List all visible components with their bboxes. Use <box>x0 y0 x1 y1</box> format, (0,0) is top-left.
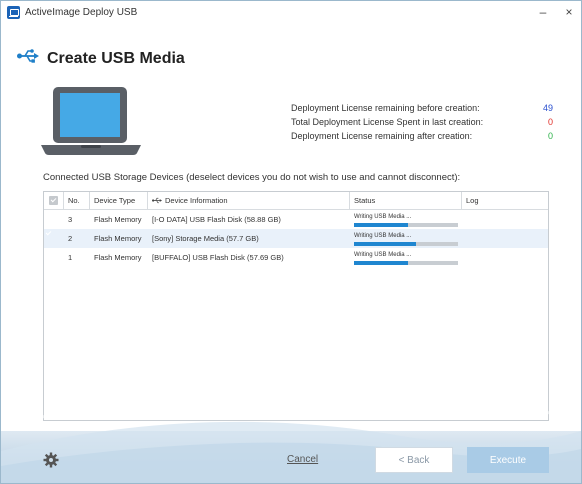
row-status: Writing USB Media ... <box>350 229 462 248</box>
app-logo-icon <box>7 5 20 19</box>
row-checkbox-cell[interactable] <box>44 210 64 229</box>
row-checkbox-cell[interactable] <box>44 229 64 248</box>
device-table: No. Device Type Device Information Statu… <box>43 191 549 421</box>
license-value: 0 <box>547 117 553 127</box>
license-row-before: Deployment License remaining before crea… <box>291 101 553 115</box>
header-select-all[interactable] <box>44 192 64 210</box>
cancel-link[interactable]: Cancel <box>287 454 318 465</box>
row-checkbox-cell[interactable] <box>44 248 64 267</box>
usb-icon <box>152 197 162 204</box>
gear-icon[interactable] <box>43 452 59 473</box>
column-header-info[interactable]: Device Information <box>148 192 350 210</box>
progress-fill <box>354 222 409 227</box>
license-row-after: Deployment License remaining after creat… <box>291 129 553 143</box>
table-row[interactable]: 2 Flash Memory [Sony] Storage Media (57.… <box>44 229 548 248</box>
progress-bar <box>354 260 458 265</box>
row-type: Flash Memory <box>94 215 142 224</box>
table-header: No. Device Type Device Information Statu… <box>44 192 548 210</box>
column-header-log[interactable]: Log <box>462 192 548 210</box>
row-log <box>462 248 548 267</box>
row-type: Flash Memory <box>94 253 142 262</box>
status-text: Writing USB Media ... <box>354 251 412 258</box>
devices-label: Connected USB Storage Devices (deselect … <box>43 172 461 183</box>
license-label: Deployment License remaining after creat… <box>291 131 473 141</box>
row-info: [BUFFALO] USB Flash Disk (57.69 GB) <box>152 253 284 262</box>
row-log <box>462 229 548 248</box>
back-button[interactable]: < Back <box>375 447 453 473</box>
license-label: Total Deployment License Spent in last c… <box>291 117 484 127</box>
row-no: 1 <box>68 253 73 262</box>
usb-icon <box>17 49 39 68</box>
progress-bar <box>354 241 458 246</box>
close-button[interactable]: × <box>561 4 577 20</box>
column-header-info-label: Device Information <box>165 195 228 205</box>
row-info: [Sony] Storage Media (57.7 GB) <box>152 234 259 243</box>
column-header-no[interactable]: No. <box>64 192 90 210</box>
window-title: ActiveImage Deploy USB <box>25 6 138 18</box>
license-summary: Deployment License remaining before crea… <box>291 101 553 143</box>
row-info: [I-O DATA] USB Flash Disk (58.88 GB) <box>152 215 281 224</box>
progress-fill <box>354 260 409 265</box>
row-log <box>462 210 548 229</box>
minimize-button[interactable]: – <box>535 4 551 20</box>
license-label: Deployment License remaining before crea… <box>291 103 480 113</box>
column-header-status[interactable]: Status <box>350 192 462 210</box>
column-header-type[interactable]: Device Type <box>90 192 148 210</box>
license-value: 0 <box>547 131 553 141</box>
license-value: 49 <box>542 103 553 113</box>
progress-fill <box>354 241 417 246</box>
title-bar: ActiveImage Deploy USB – × <box>1 1 581 23</box>
page-title: Create USB Media <box>47 49 185 67</box>
page-heading: Create USB Media <box>17 49 185 68</box>
execute-button[interactable]: Execute <box>467 447 549 473</box>
laptop-icon <box>41 87 141 166</box>
select-all-checkbox[interactable] <box>49 196 58 205</box>
row-no: 2 <box>68 234 73 243</box>
table-row[interactable]: 3 Flash Memory [I-O DATA] USB Flash Disk… <box>44 210 548 229</box>
row-type: Flash Memory <box>94 234 142 243</box>
row-status: Writing USB Media ... <box>350 210 462 229</box>
status-text: Writing USB Media ... <box>354 232 412 239</box>
table-row[interactable]: 1 Flash Memory [BUFFALO] USB Flash Disk … <box>44 248 548 267</box>
progress-bar <box>354 222 458 227</box>
status-text: Writing USB Media ... <box>354 213 412 220</box>
row-status: Writing USB Media ... <box>350 248 462 267</box>
app-window: ActiveImage Deploy USB – × Create USB Me… <box>0 0 582 484</box>
row-no: 3 <box>68 215 73 224</box>
license-row-spent: Total Deployment License Spent in last c… <box>291 115 553 129</box>
